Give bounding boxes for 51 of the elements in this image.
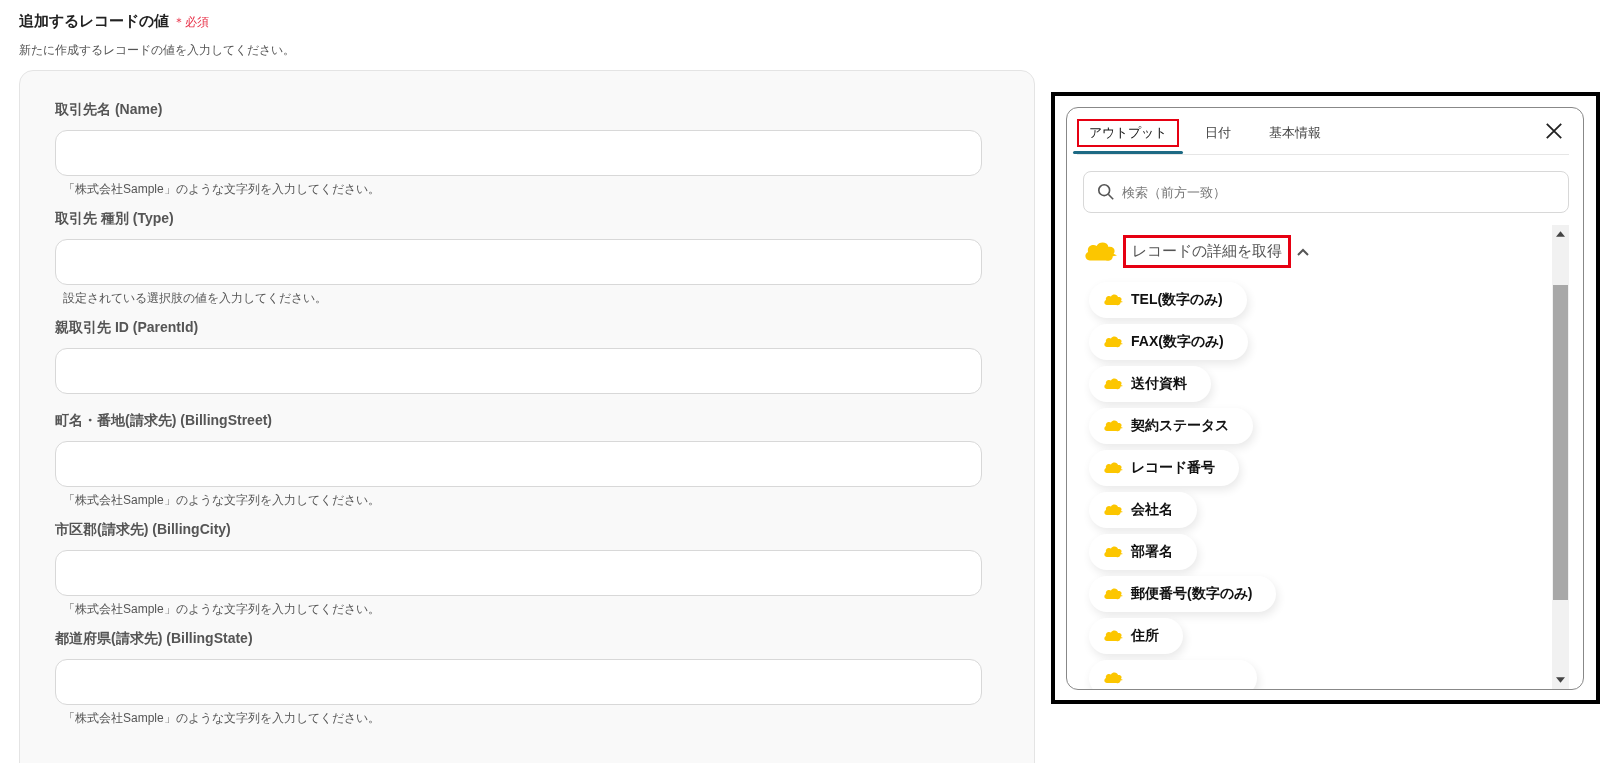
chevron-icon[interactable] [1297, 247, 1309, 256]
arrow-up-icon[interactable] [1556, 231, 1565, 237]
search-icon [1097, 183, 1115, 201]
required-mark: ＊必須 [173, 14, 209, 31]
output-chip[interactable]: 郵便番号(数字のみ) [1089, 576, 1277, 612]
field-hint: 設定されている選択肢の値を入力してください。 [63, 290, 328, 307]
output-chip[interactable]: 会社名 [1089, 492, 1197, 528]
field-hint: 「株式会社Sample」のような文字列を入力してください。 [63, 181, 381, 198]
arrow-down-icon[interactable] [1556, 677, 1565, 683]
section-title: 追加するレコードの値 [19, 12, 169, 31]
section-heading[interactable]: レコードの詳細を取得 [1123, 235, 1291, 268]
section-description: 新たに作成するレコードの値を入力してください。 [19, 42, 296, 59]
scrollbar[interactable] [1552, 225, 1569, 689]
field-hint: 「株式会社Sample」のような文字列を入力してください。 [63, 492, 381, 509]
input-field[interactable] [55, 348, 982, 394]
cloud-icon [1103, 377, 1123, 391]
input-field[interactable] [55, 130, 982, 176]
output-chip[interactable]: レコード番号 [1089, 450, 1239, 486]
input-field[interactable] [55, 441, 982, 487]
tab[interactable]: 日付 [1193, 119, 1243, 147]
cloud-icon [1103, 587, 1123, 601]
output-chip[interactable]: 送付資料 [1089, 366, 1211, 402]
input-field[interactable] [55, 659, 982, 705]
output-chip[interactable]: TEL(数字のみ) [1089, 282, 1247, 318]
output-chip[interactable]: 住所 [1089, 618, 1183, 654]
field-label: 市区郡(請求先) (BillingCity) [55, 521, 232, 539]
search-field[interactable]: 検索（前方一致） [1083, 171, 1569, 213]
output-chip[interactable]: 契約ステータス [1089, 408, 1253, 444]
cloud-icon [1103, 419, 1123, 433]
cloud-icon [1103, 629, 1123, 643]
field-label: 取引先 種別 (Type) [55, 210, 175, 228]
input-field[interactable] [55, 239, 982, 285]
cloud-icon [1103, 461, 1123, 475]
cloud-icon [1103, 671, 1123, 685]
field-label: 親取引先 ID (ParentId) [55, 319, 200, 337]
tab[interactable]: 基本情報 [1257, 119, 1333, 147]
cloud-icon [1103, 545, 1123, 559]
output-chip[interactable]: 部署名 [1089, 534, 1197, 570]
field-hint: 「株式会社Sample」のような文字列を入力してください。 [63, 601, 381, 618]
cloud-icon [1103, 335, 1123, 349]
field-label: 町名・番地(請求先) (BillingStreet) [55, 412, 273, 430]
field-hint: 「株式会社Sample」のような文字列を入力してください。 [63, 710, 381, 727]
output-chip[interactable] [1089, 660, 1257, 689]
cloud-icon [1103, 503, 1123, 517]
cloud-icon [1103, 293, 1123, 307]
tab[interactable]: アウトプット [1077, 119, 1179, 147]
field-label: 都道府県(請求先) (BillingState) [55, 630, 254, 648]
input-field[interactable] [55, 550, 982, 596]
close-icon[interactable] [1545, 122, 1563, 140]
output-chip[interactable]: FAX(数字のみ) [1089, 324, 1248, 360]
field-label: 取引先名 (Name) [55, 101, 164, 119]
